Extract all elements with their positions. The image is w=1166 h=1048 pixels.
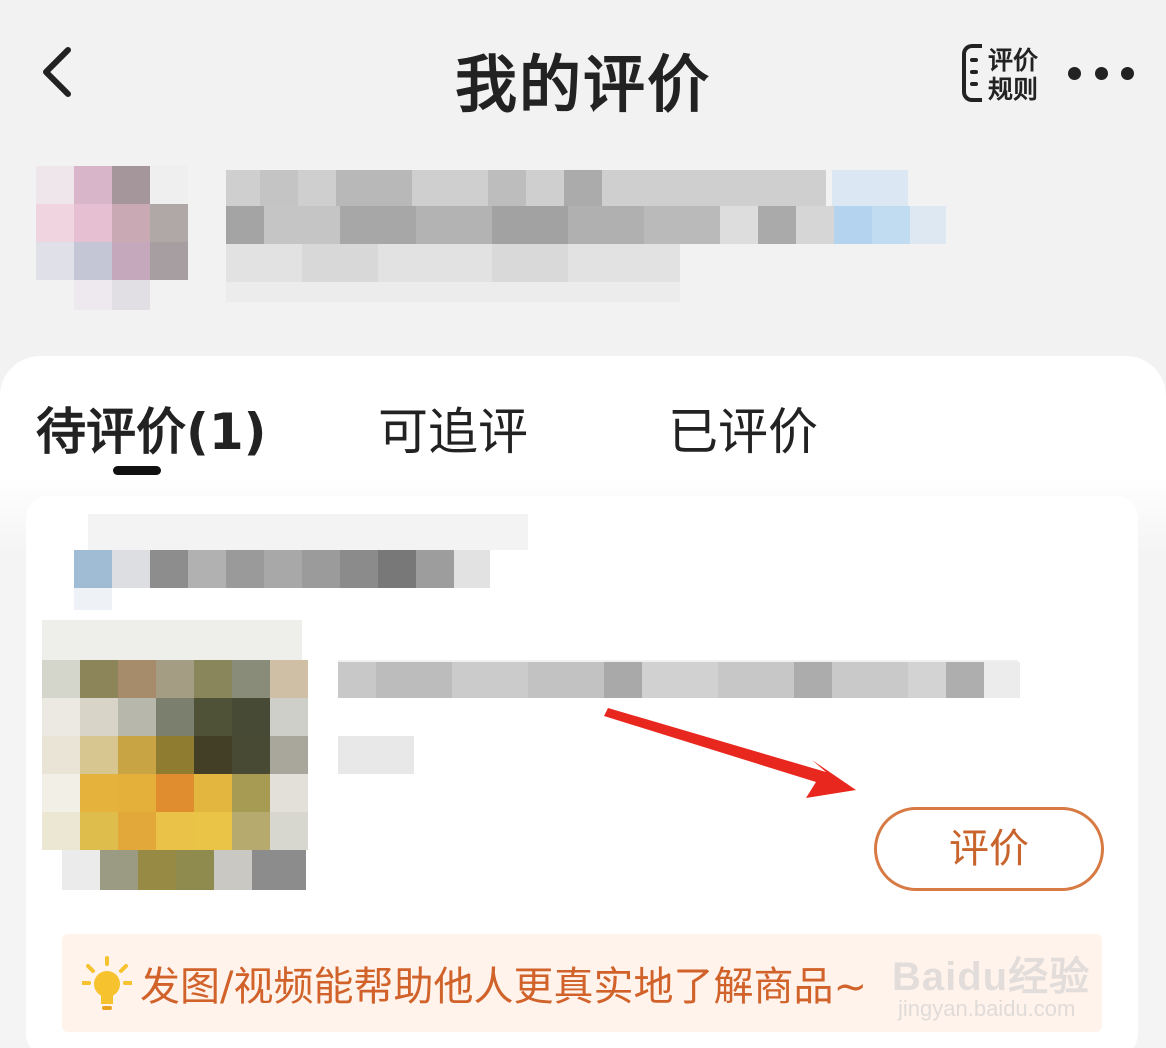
tab-bar: 待评价(1) 可追评 已评价	[0, 356, 1166, 486]
tab-reviewed[interactable]: 已评价	[668, 392, 818, 464]
product-thumbnail	[42, 620, 308, 890]
write-review-button[interactable]: 评价	[874, 807, 1104, 891]
page: 我的评价 评价规则 待评价(1) 可追评 已评价 评价 发图/视频能帮助他人更真…	[0, 0, 1166, 1048]
avatar-mosaic	[36, 166, 946, 310]
tab-pending-review[interactable]: 待评价(1)	[36, 392, 267, 464]
product-title-mosaic	[338, 660, 1020, 774]
watermark-logo: Baidu经验	[892, 955, 1091, 999]
more-dots-icon[interactable]	[1068, 58, 1134, 88]
watermark-url: jingyan.baidu.com	[898, 996, 1076, 1021]
baidu-watermark: Baidu经验 jingyan.baidu.com	[892, 928, 1112, 1028]
user-profile-blurred	[36, 166, 956, 316]
rules-icon-lines	[970, 58, 978, 94]
lightbulb-icon	[82, 956, 132, 1010]
shop-name-mosaic	[74, 514, 528, 610]
tab-follow-up-review[interactable]: 可追评	[378, 392, 528, 464]
username-mosaic	[226, 170, 946, 302]
header-bar: 我的评价 评价规则	[0, 0, 1166, 150]
tip-text: 发图/视频能帮助他人更真实地了解商品~	[140, 964, 867, 1010]
review-rules-button[interactable]: 评价规则	[958, 40, 1044, 106]
active-tab-indicator	[113, 466, 161, 475]
review-rules-label: 评价规则	[988, 46, 1039, 104]
